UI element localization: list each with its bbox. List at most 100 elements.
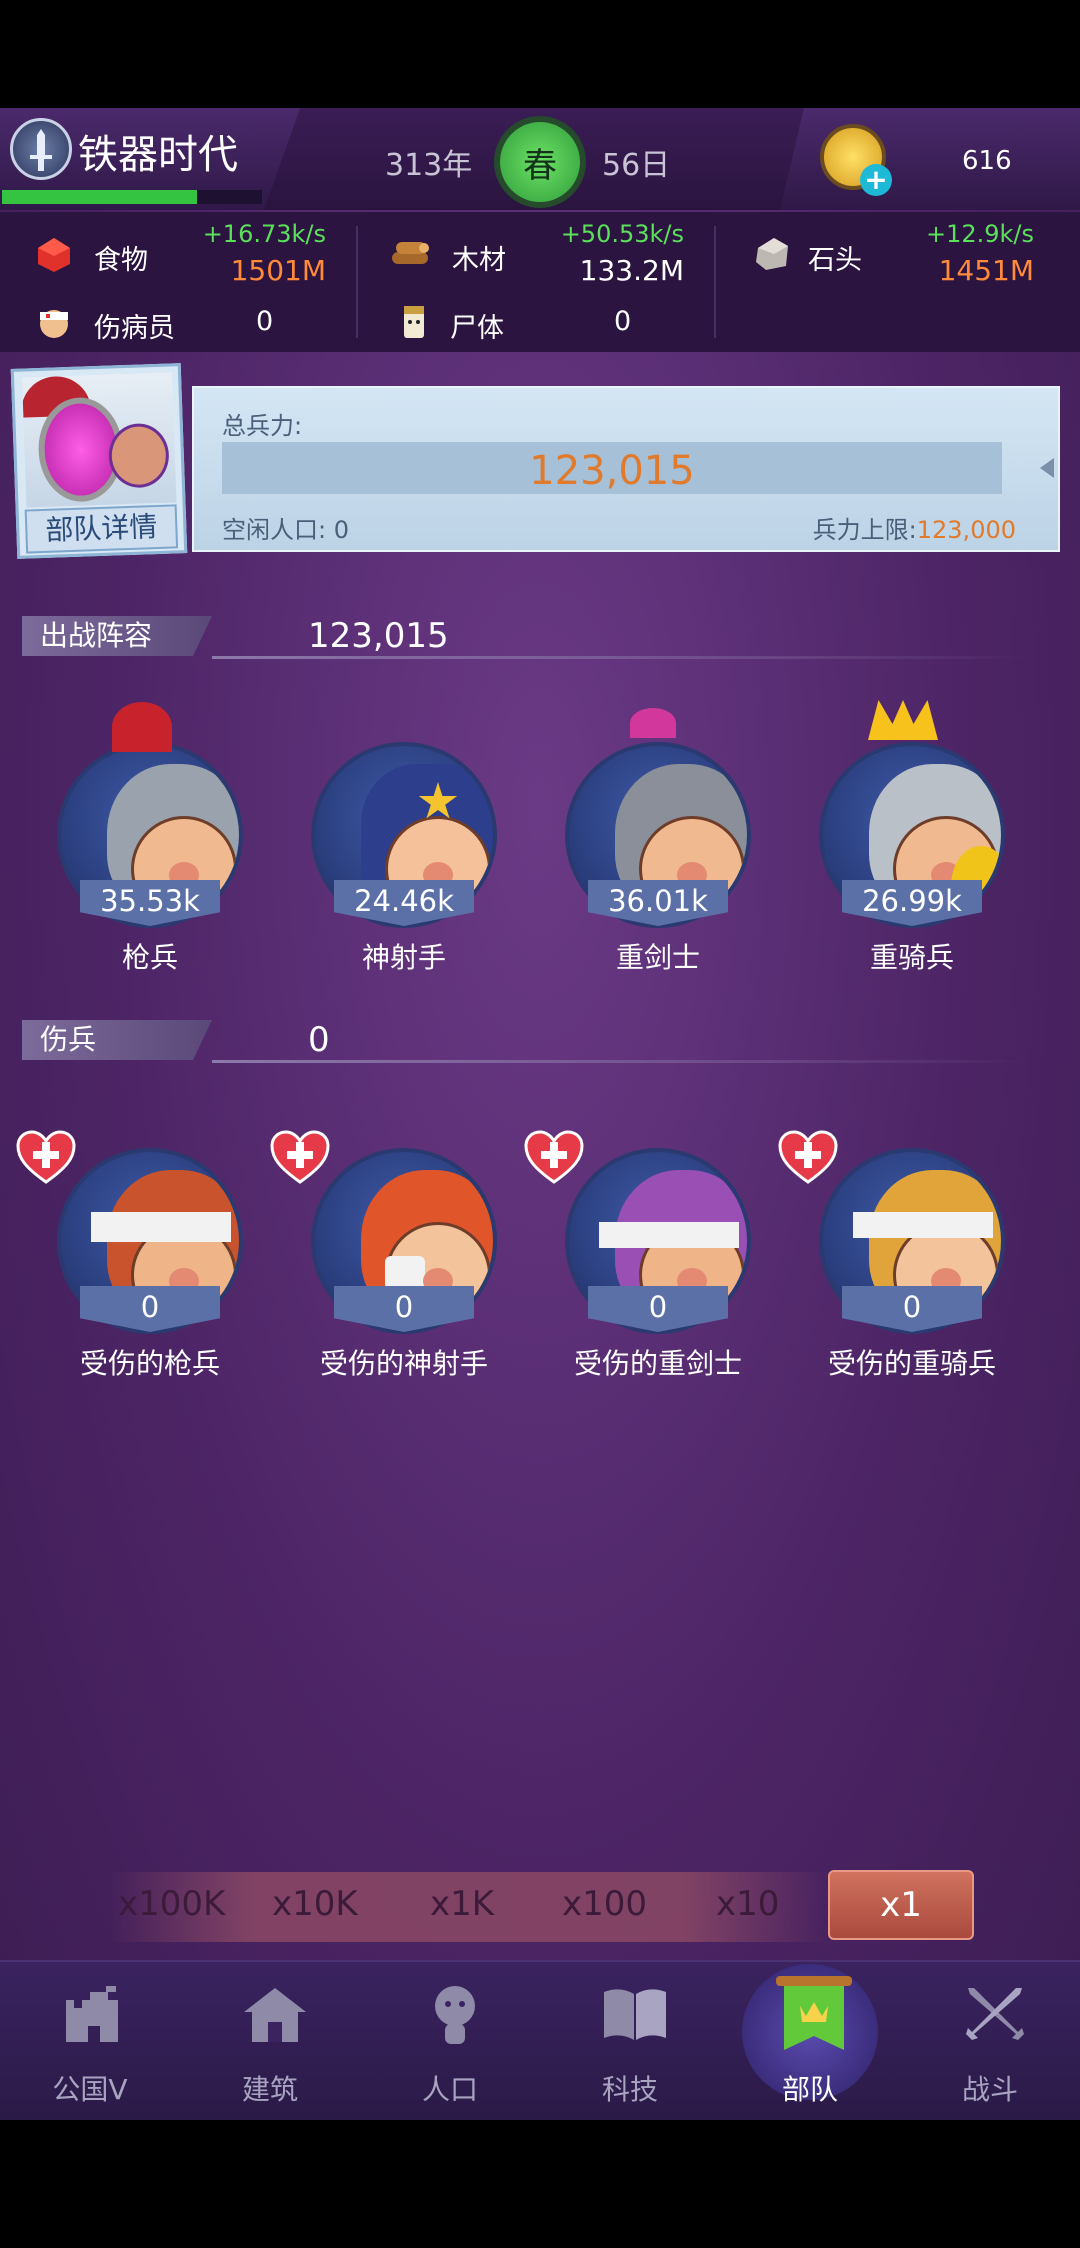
season-badge[interactable]: 春 <box>494 116 586 208</box>
crest-shape <box>630 708 676 738</box>
unit-count: 0 <box>140 1290 160 1324</box>
unit-name: 受伤的重剑士 <box>573 1347 742 1380</box>
multiplier-x10[interactable]: x10 <box>716 1884 779 1924</box>
multiplier-x1k[interactable]: x1K <box>430 1884 494 1924</box>
gold-coin-icon[interactable]: + <box>820 124 892 196</box>
era-title: 铁器时代 <box>78 132 238 178</box>
unit-count: 36.01k <box>608 884 708 918</box>
heal-heart-icon[interactable] <box>16 1130 76 1184</box>
troop-cap-label: 兵力上限: <box>812 516 917 544</box>
unit-name: 重剑士 <box>615 941 700 974</box>
troop-summary-panel: 总兵力: 123,015 空闲人口: 0 兵力上限:123,000 <box>192 386 1060 552</box>
stone-rate: +12.9k/s <box>925 220 1034 248</box>
idle-population-value: 0 <box>333 516 350 544</box>
wounded-header: 伤兵 <box>22 1020 212 1060</box>
nav-label: 部队 <box>781 2073 838 2106</box>
corpse-label: 尸体 <box>450 313 504 344</box>
day-label: 56日 <box>602 148 671 183</box>
unit-name: 重骑兵 <box>869 941 954 974</box>
idle-population: 空闲人口: 0 <box>222 510 349 545</box>
lineup-total: 123,015 <box>308 616 449 656</box>
nav-tab-technology[interactable]: 科技 <box>540 1962 720 2120</box>
multiplier-x1-selected[interactable]: x1 <box>828 1870 974 1940</box>
house-icon <box>244 1988 306 2042</box>
unit-count: 35.53k <box>100 884 200 918</box>
idle-population-label: 空闲人口: <box>222 516 327 544</box>
divider <box>714 226 716 338</box>
bandage-shape <box>599 1222 739 1248</box>
person-icon <box>435 1986 475 2044</box>
bandage-shape <box>91 1212 231 1242</box>
commander-portrait-image <box>22 372 177 508</box>
nav-label: 科技 <box>601 2073 658 2106</box>
multiplier-x100[interactable]: x100 <box>562 1884 647 1924</box>
unit-card-marksman[interactable]: 24.46k 神射手 <box>276 692 506 974</box>
gold-value: 616 <box>962 146 1012 176</box>
nav-tab-troops[interactable]: 部队 <box>720 1962 900 2120</box>
unit-name: 受伤的枪兵 <box>79 1347 220 1380</box>
era-progress-bar <box>2 190 262 204</box>
top-bar: 铁器时代 313年 春 56日 + 616 <box>0 108 1080 210</box>
wounded-icon <box>40 310 68 338</box>
unit-count: 0 <box>394 1290 414 1324</box>
year-label: 313年 <box>385 148 473 183</box>
era-progress-fill <box>2 190 197 204</box>
wood-amount: 133.2M <box>579 254 684 287</box>
nav-tab-buildings[interactable]: 建筑 <box>180 1962 360 2120</box>
troop-details-button[interactable]: 部队详情 <box>24 504 179 554</box>
unit-card-heavy-cavalry[interactable]: 26.99k 重骑兵 <box>784 692 1014 974</box>
eye-patch-shape <box>385 1256 425 1290</box>
corpse-icon <box>404 306 424 338</box>
expand-arrow-icon[interactable] <box>1040 458 1054 478</box>
nav-tab-duchy[interactable]: 公国V <box>0 1962 180 2120</box>
unit-count: 24.46k <box>354 884 454 918</box>
wounded-divider <box>212 1060 1032 1063</box>
corpse-count: 0 <box>614 306 632 337</box>
nav-tab-battle[interactable]: 战斗 <box>900 1962 1080 2120</box>
multiplier-x10k[interactable]: x10K <box>272 1884 358 1924</box>
nav-tab-population[interactable]: 人口 <box>360 1962 540 2120</box>
troop-portrait[interactable]: 部队详情 <box>10 363 188 559</box>
book-icon <box>604 1989 666 2040</box>
divider <box>356 226 358 338</box>
unit-card-spearman[interactable]: 35.53k 枪兵 <box>22 692 252 974</box>
heal-heart-icon[interactable] <box>270 1130 330 1184</box>
unit-name: 受伤的重骑兵 <box>827 1347 996 1380</box>
heal-heart-icon[interactable] <box>524 1130 584 1184</box>
bandage-shape <box>853 1212 993 1238</box>
food-icon <box>38 238 70 272</box>
lineup-header: 出战阵容 <box>22 616 212 656</box>
wounded-count: 0 <box>256 306 274 337</box>
stone-amount: 1451M <box>938 254 1034 287</box>
commander-face <box>107 422 170 489</box>
unit-count: 0 <box>902 1290 922 1324</box>
unit-count: 0 <box>648 1290 668 1324</box>
plume-shape <box>112 702 172 752</box>
multiplier-x100k[interactable]: x100K <box>118 1884 225 1924</box>
total-troops-value: 123,015 <box>529 448 695 494</box>
stone-icon <box>756 238 788 270</box>
troop-cap: 兵力上限:123,000 <box>813 510 1016 545</box>
troop-cap-value: 123,000 <box>916 516 1016 544</box>
nav-label: 建筑 <box>241 2073 298 2106</box>
unit-name: 受伤的神射手 <box>319 1347 488 1380</box>
wounded-label: 伤病员 <box>94 313 175 344</box>
lineup-divider <box>212 656 1032 659</box>
banner-icon <box>776 1976 852 2050</box>
wood-icon <box>392 242 429 264</box>
add-gold-icon[interactable]: + <box>860 164 892 196</box>
game-screen: 铁器时代 313年 春 56日 + 616 食物 +16.73k/s 1501M… <box>0 108 1080 2120</box>
wounded-total: 0 <box>308 1020 330 1060</box>
nav-label: 人口 <box>421 2073 478 2106</box>
unit-name: 神射手 <box>361 941 446 974</box>
nav-label: 战斗 <box>961 2073 1018 2106</box>
food-rate: +16.73k/s <box>202 220 326 248</box>
heal-heart-icon[interactable] <box>778 1130 838 1184</box>
crossed-swords-icon <box>966 1988 1024 2040</box>
food-amount: 1501M <box>230 254 326 287</box>
sword-icon <box>10 118 72 180</box>
unit-name: 枪兵 <box>121 941 178 974</box>
unit-card-heavy-swordsman[interactable]: 36.01k 重剑士 <box>530 692 760 974</box>
castle-icon <box>66 1986 118 2042</box>
nav-label: 公国V <box>52 2073 128 2106</box>
